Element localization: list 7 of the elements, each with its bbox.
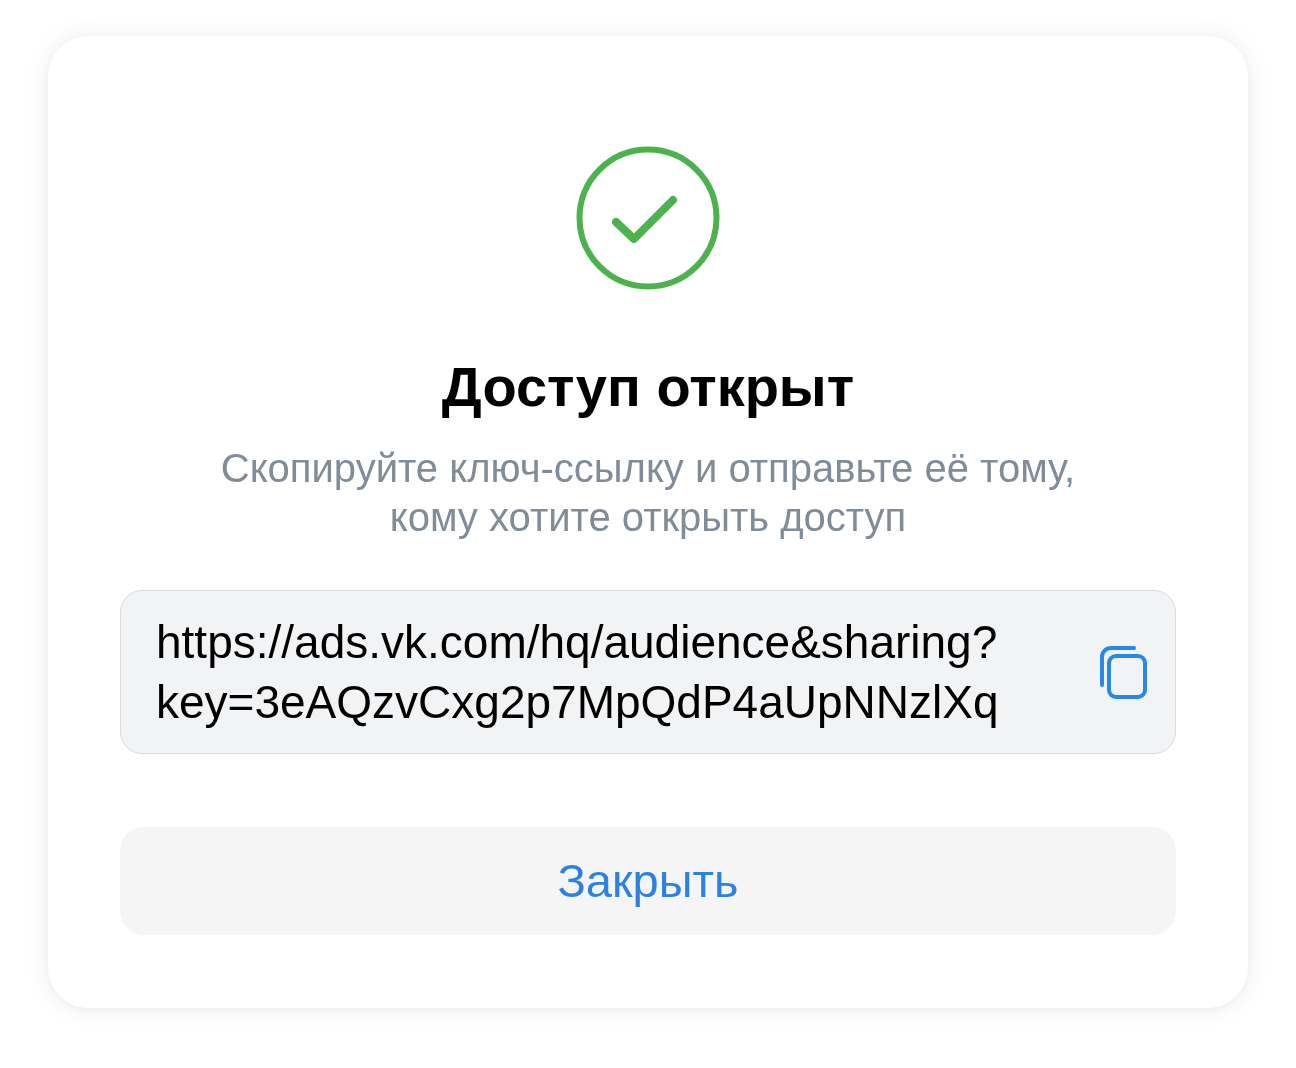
copy-icon[interactable] <box>1097 645 1147 699</box>
close-button[interactable]: Закрыть <box>120 827 1176 935</box>
link-text: https://ads.vk.com/hq/audience&sharing?key=3eAQzvCxg2p7MpQdP4aUpNNzlXq <box>156 615 1000 730</box>
check-circle-icon <box>576 146 720 290</box>
link-field[interactable]: https://ads.vk.com/hq/audience&sharing?key=3eAQzvCxg2p7MpQdP4aUpNNzlXq <box>120 590 1176 754</box>
subtitle-text: Скопируйте ключ-ссылку и отправьте её тому, кому хотите открыть доступ <box>219 445 1077 541</box>
dialog-title: Доступ открыт <box>441 355 855 419</box>
